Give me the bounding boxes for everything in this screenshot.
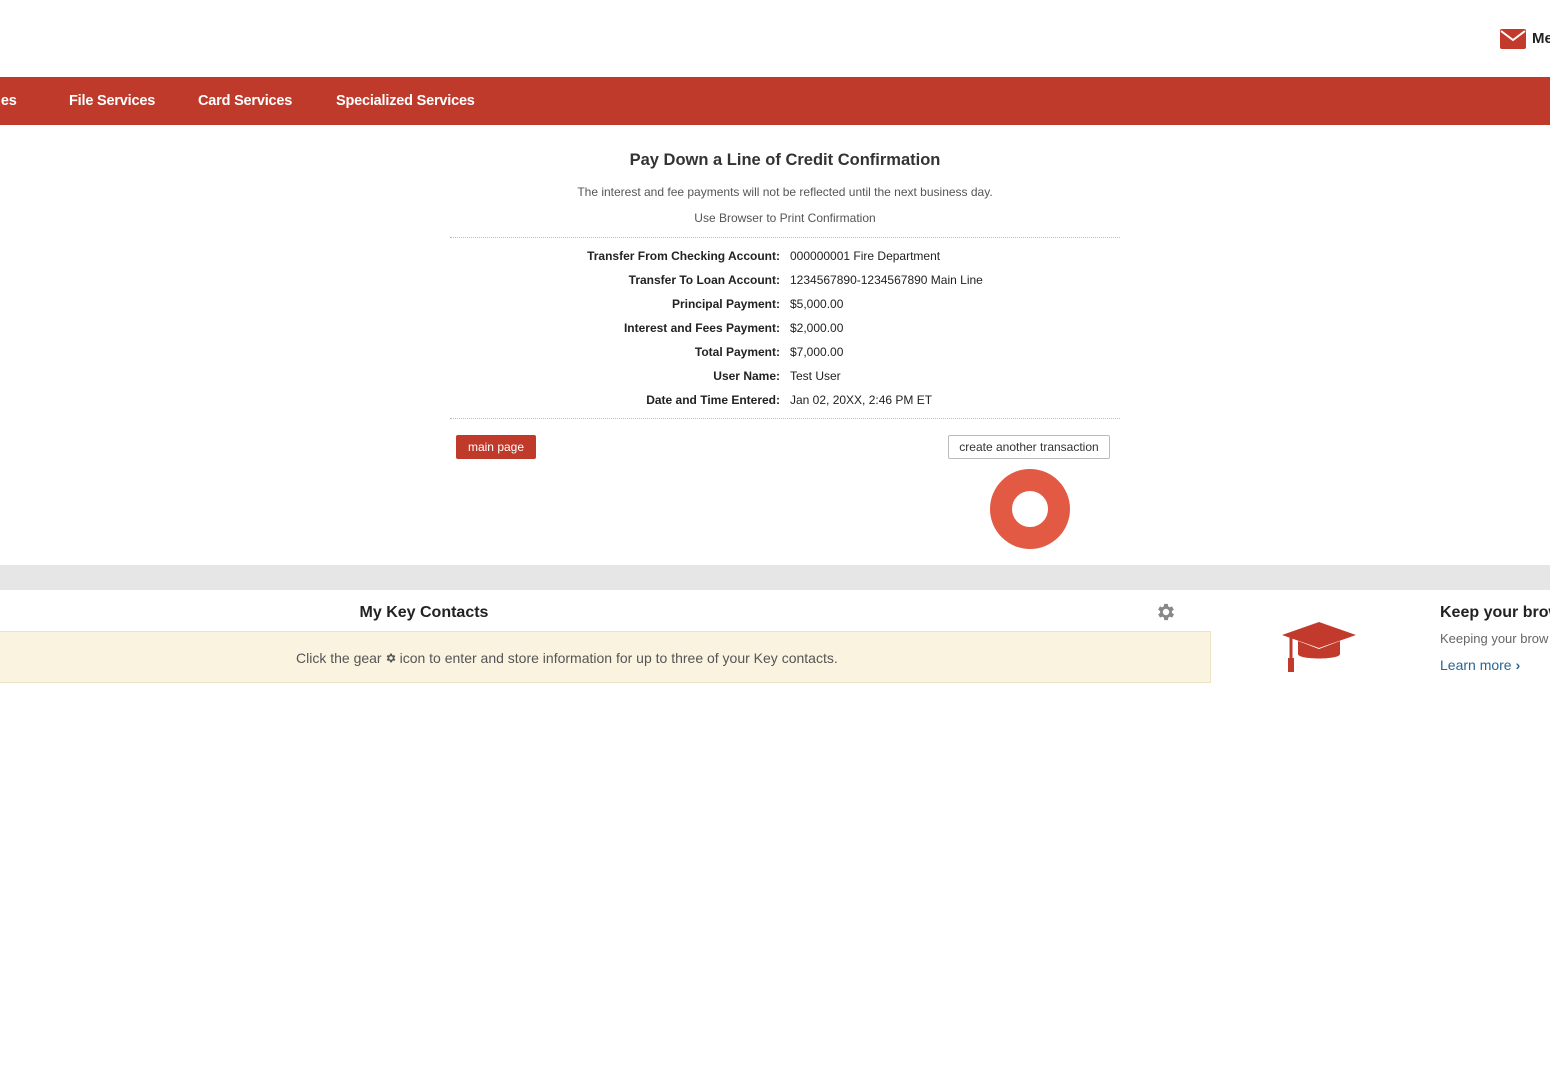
detail-value: Jan 02, 20XX, 2:46 PM ET xyxy=(790,393,933,407)
nav-item-tables[interactable]: les xyxy=(0,77,17,125)
detail-value: $2,000.00 xyxy=(790,321,844,335)
detail-row: Transfer To Loan Account: 1234567890-123… xyxy=(450,273,1120,297)
learn-more-link[interactable]: Learn more › xyxy=(1440,657,1520,673)
main-page-button[interactable]: main page xyxy=(456,435,536,459)
detail-row: Date and Time Entered: Jan 02, 20XX, 2:4… xyxy=(450,393,1120,417)
detail-value: 000000001 Fire Department xyxy=(790,249,941,263)
detail-value: 1234567890-1234567890 Main Line xyxy=(790,273,983,287)
print-hint: Use Browser to Print Confirmation xyxy=(694,211,876,225)
top-header: Me xyxy=(0,0,1550,77)
gear-icon xyxy=(386,653,395,663)
create-another-transaction-button[interactable]: create another transaction xyxy=(948,435,1110,459)
detail-row: Principal Payment: $5,000.00 xyxy=(450,297,1120,321)
nav-item-file-services[interactable]: File Services xyxy=(69,77,155,125)
detail-label: Transfer From Checking Account: xyxy=(587,249,780,263)
detail-label: User Name: xyxy=(713,369,780,383)
graduation-cap-icon xyxy=(1282,622,1356,672)
confirmation-note: The interest and fee payments will not b… xyxy=(577,185,993,199)
main-nav: les File Services Card Services Speciali… xyxy=(0,77,1550,125)
divider xyxy=(450,237,1120,238)
key-contacts-message: Click the gear icon to enter and store in… xyxy=(296,650,838,666)
gear-icon[interactable] xyxy=(1155,601,1177,623)
detail-label: Interest and Fees Payment: xyxy=(623,321,780,335)
messages-link[interactable]: Me xyxy=(1532,30,1550,47)
detail-row: Total Payment: $7,000.00 xyxy=(450,345,1120,369)
promo-subtitle: Keeping your brow xyxy=(1440,631,1549,646)
detail-row: Interest and Fees Payment: $2,000.00 xyxy=(450,321,1120,345)
detail-label: Transfer To Loan Account: xyxy=(628,273,780,287)
section-separator xyxy=(0,565,1550,590)
detail-label: Principal Payment: xyxy=(671,297,780,311)
click-highlight-ring-icon xyxy=(990,469,1070,549)
key-contacts-message-end: icon to enter and store information for … xyxy=(399,650,838,666)
divider xyxy=(450,418,1120,419)
detail-label: Total Payment: xyxy=(694,345,780,359)
nav-item-card-services[interactable]: Card Services xyxy=(198,77,292,125)
confirmation-panel: Pay Down a Line of Credit Confirmation T… xyxy=(0,125,1550,565)
promo-title: Keep your brow xyxy=(1440,604,1550,621)
detail-value: Test User xyxy=(790,369,841,383)
detail-row: User Name: Test User xyxy=(450,369,1120,393)
key-contacts-notice: Click the gear icon to enter and store in… xyxy=(0,631,1211,683)
key-contacts-title: My Key Contacts xyxy=(359,604,489,621)
detail-value: $5,000.00 xyxy=(790,297,844,311)
chevron-right-icon: › xyxy=(1515,657,1521,673)
detail-label: Date and Time Entered: xyxy=(646,393,780,407)
nav-item-specialized-services[interactable]: Specialized Services xyxy=(336,77,475,125)
envelope-icon[interactable] xyxy=(1500,29,1526,49)
learn-more-label: Learn more xyxy=(1440,657,1512,673)
detail-value: $7,000.00 xyxy=(790,345,844,359)
detail-row: Transfer From Checking Account: 00000000… xyxy=(450,249,1120,273)
key-contacts-message-start: Click the gear xyxy=(296,650,382,666)
page-title: Pay Down a Line of Credit Confirmation xyxy=(629,151,941,169)
